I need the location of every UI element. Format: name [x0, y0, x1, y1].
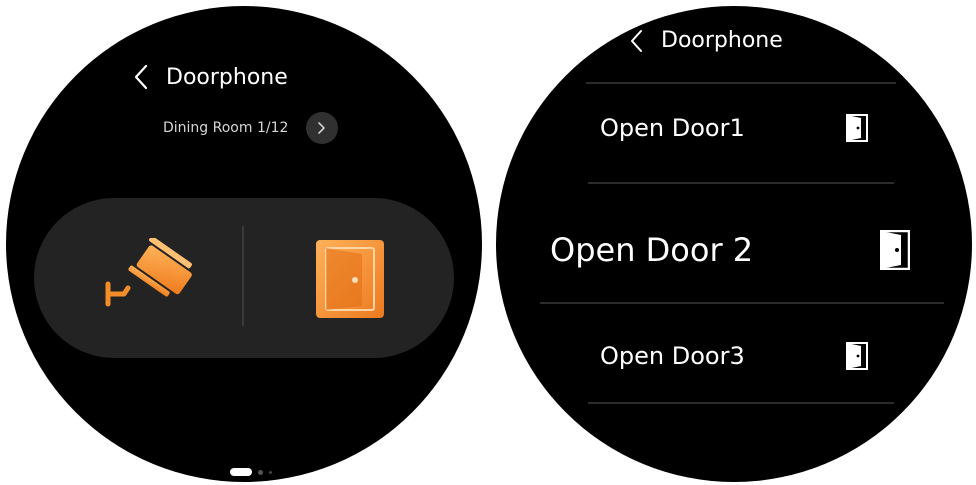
door-icon: [880, 230, 910, 270]
door-item-label: Open Door 2: [550, 231, 754, 269]
room-label: Dining Room 1/12: [163, 120, 289, 136]
door-item-2[interactable]: Open Door 2: [550, 230, 910, 270]
page-dot-active: [230, 468, 252, 476]
page-title: Doorphone: [661, 28, 783, 53]
header: Doorphone: [630, 28, 783, 53]
door-item-label: Open Door1: [600, 114, 745, 142]
page-title: Doorphone: [166, 64, 288, 90]
camera-button[interactable]: [94, 236, 204, 318]
door-icon: [846, 342, 868, 370]
door-item-label: Open Door3: [600, 342, 745, 370]
header: Doorphone: [134, 64, 288, 90]
back-chevron-icon[interactable]: [134, 64, 148, 90]
divider: [540, 302, 944, 304]
divider: [586, 82, 896, 84]
back-chevron-icon[interactable]: [630, 29, 643, 53]
door-open-icon: [310, 240, 390, 324]
door-item-1[interactable]: Open Door1: [600, 114, 868, 142]
divider: [242, 226, 244, 326]
next-room-button[interactable]: [306, 112, 339, 144]
page-indicator: [230, 468, 272, 476]
action-panel: [34, 198, 454, 358]
security-camera-icon: [94, 236, 204, 322]
watch-screen-doorphone-main: Doorphone Dining Room 1/12: [6, 6, 482, 482]
door-icon: [846, 114, 868, 142]
watch-screen-door-list: Doorphone Open Door1 Open Door 2 Open Do…: [496, 6, 972, 482]
divider: [588, 182, 894, 184]
page-dot: [269, 470, 272, 474]
door-button[interactable]: [310, 236, 390, 320]
divider: [588, 402, 894, 404]
chevron-right-icon: [318, 119, 326, 138]
door-item-3[interactable]: Open Door3: [600, 342, 868, 370]
page-dot: [258, 469, 263, 475]
room-selector: Dining Room 1/12: [163, 112, 339, 144]
